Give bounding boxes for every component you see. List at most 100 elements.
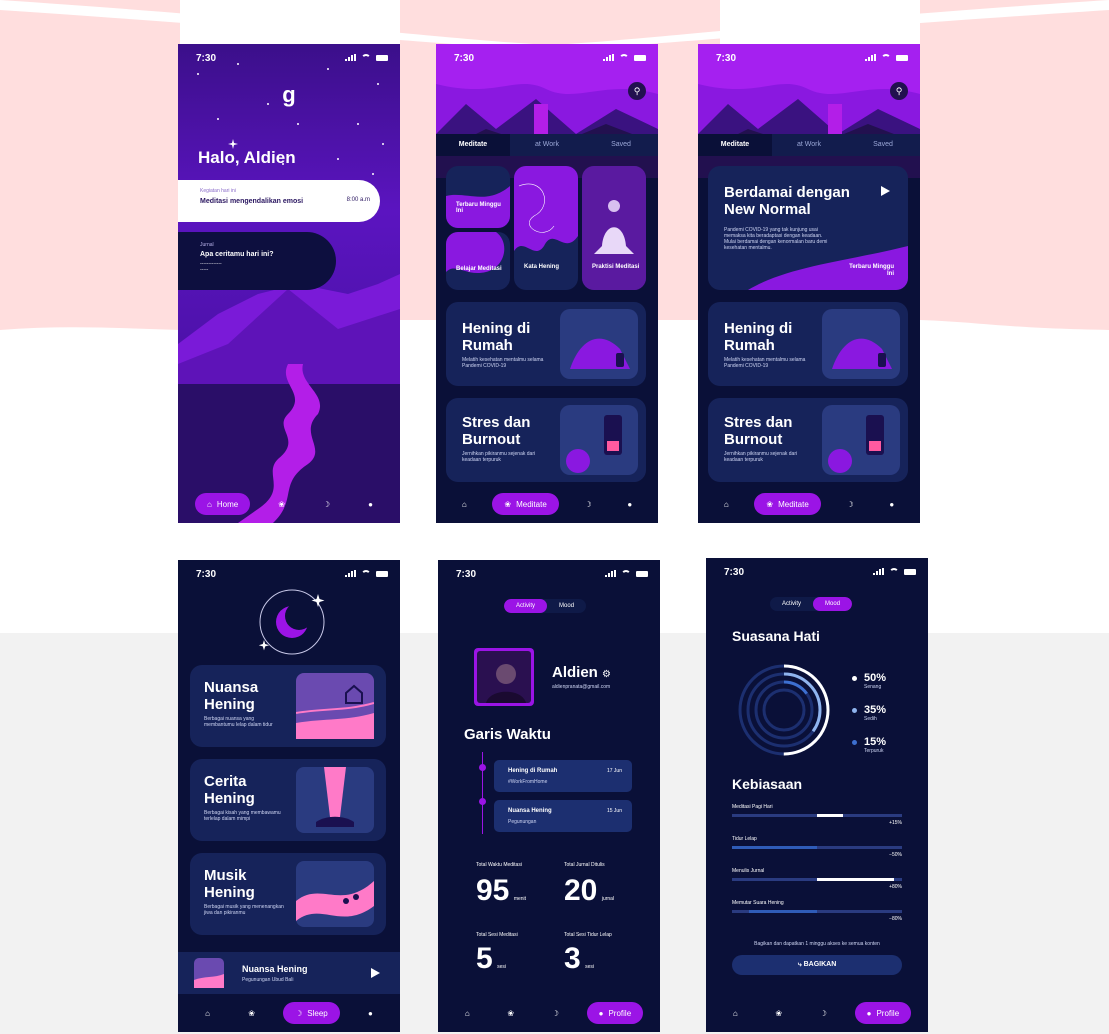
home-icon: ⌂ — [207, 499, 212, 509]
house-illustration — [296, 673, 374, 739]
bottom-nav: ⌂ ❀ Meditate ☽ ● — [436, 485, 658, 523]
now-playing-bar[interactable]: Nuansa Hening Pegunungan Ubud Bali — [178, 952, 400, 994]
tab-saved[interactable]: Saved — [584, 134, 658, 156]
nav-home[interactable]: ⌂ — [714, 493, 739, 515]
habit-row: Meditasi Pagi Hari +15% — [732, 804, 902, 826]
nav-home[interactable]: ⌂ — [723, 1002, 748, 1024]
journal-card[interactable]: Jurnal Apa ceritamu hari ini? ----------… — [178, 232, 336, 290]
share-button[interactable]: ⤷ BAGIKAN — [732, 955, 902, 975]
nav-home[interactable]: ⌂ — [455, 1002, 480, 1024]
card-quiet-at-home[interactable]: Hening di Rumah Melatih kesehatan mental… — [446, 302, 646, 386]
nav-meditate[interactable]: ❀ — [268, 493, 295, 515]
profile-tabs: Activity Mood — [770, 597, 853, 611]
activity-card[interactable]: Kegiatan hari ini Meditasi mengendalikan… — [178, 180, 380, 222]
activity-time: 8:00 a.m — [346, 197, 370, 203]
timeline-title: Garis Waktu — [464, 726, 551, 743]
sleep-card-ambience[interactable]: Nuansa Hening Berbagai nuansa yang memba… — [190, 665, 386, 747]
lotus-icon: ❀ — [504, 499, 512, 509]
nav-profile[interactable]: ● — [358, 1002, 383, 1024]
lotus-icon: ❀ — [278, 499, 285, 509]
tab-mood[interactable]: Mood — [813, 597, 853, 611]
tab-mood[interactable]: Mood — [547, 599, 586, 613]
card-desc: Melatih kesehatan mentalmu selama Pandem… — [462, 357, 544, 369]
status-time: 7:30 — [454, 53, 475, 64]
card-title: Stres dan Burnout — [462, 414, 531, 448]
status-time: 7:30 — [196, 569, 217, 580]
now-playing-subtitle: Pegunungan Ubud Bali — [242, 977, 294, 983]
nav-sleep[interactable]: ☽ — [313, 493, 340, 515]
tile-new-this-week[interactable]: Terbaru Minggu Ini — [446, 166, 510, 228]
card-title: Hening di Rumah — [462, 320, 531, 354]
user-icon: ● — [598, 1008, 604, 1018]
tab-meditate[interactable]: Meditate — [436, 134, 510, 156]
search-button[interactable]: ⚲ — [628, 82, 646, 100]
user-icon: ● — [368, 499, 373, 509]
settings-icon[interactable]: ⚙ — [602, 669, 611, 680]
battery-illustration — [822, 405, 900, 475]
signal-icon — [605, 570, 616, 577]
app-logo: g — [282, 82, 296, 107]
music-illustration — [296, 861, 374, 927]
habit-bar — [817, 814, 843, 817]
nav-sleep[interactable]: ☽ — [836, 493, 863, 515]
lotus-icon: ❀ — [248, 1008, 255, 1018]
sleep-card-stories[interactable]: Cerita Hening Berbagai kisah yang membaw… — [190, 759, 386, 841]
tab-at-work[interactable]: at Work — [510, 134, 584, 156]
wifi-icon — [881, 54, 891, 61]
card-quiet-at-home[interactable]: Hening di Rumah Melatih kesehatan mental… — [708, 302, 908, 386]
habits-list: Meditasi Pagi Hari +15% Tidur Lelap −50% Men… — [732, 804, 902, 934]
share-icon: ⤷ — [797, 961, 802, 968]
signal-icon — [865, 54, 876, 61]
tile-quiet-words[interactable]: Kata Hening — [514, 166, 578, 290]
card-new-normal[interactable]: Berdamai dengan New Normal Pandemi COVID… — [708, 166, 908, 290]
nav-sleep[interactable]: ☽ — [542, 1002, 569, 1024]
nav-home[interactable]: ⌂ — [452, 493, 477, 515]
timeline-item[interactable]: Nuansa Hening Pegunungan 15 Jun — [494, 800, 632, 832]
tile-meditation-practitioner[interactable]: Praktisi Meditasi — [582, 166, 646, 290]
nav-sleep[interactable]: ☽ — [574, 493, 601, 515]
nav-meditate[interactable]: ❀ — [238, 1002, 265, 1024]
user-icon: ● — [889, 499, 895, 509]
tab-saved[interactable]: Saved — [846, 134, 920, 156]
search-button[interactable]: ⚲ — [890, 82, 908, 100]
tab-activity[interactable]: Activity — [770, 597, 813, 611]
timeline-item[interactable]: Hening di Rumah #WorkFromHome 17 Jun — [494, 760, 632, 792]
nav-profile[interactable]: ● Profile — [586, 1002, 644, 1024]
search-icon: ⚲ — [895, 86, 903, 96]
card-title: Cerita Hening — [204, 773, 255, 807]
sleep-card-music[interactable]: Musik Hening Berbagai musik yang menenan… — [190, 853, 386, 935]
moon-icon: ☽ — [295, 1008, 303, 1018]
card-stress-burnout[interactable]: Stres dan Burnout Jernihkan pikiranmu se… — [708, 398, 908, 482]
lotus-icon: ❀ — [507, 1008, 515, 1018]
nav-profile[interactable]: ● Profile — [854, 1002, 912, 1024]
nav-meditate[interactable]: ❀ — [765, 1002, 792, 1024]
nav-meditate[interactable]: ❀ Meditate — [492, 493, 559, 515]
legend-dot — [852, 708, 857, 713]
nav-sleep[interactable]: ☽ — [810, 1002, 837, 1024]
tile-learn-meditation[interactable]: Belajar Meditasi — [446, 232, 510, 290]
tab-at-work[interactable]: at Work — [772, 134, 846, 156]
nav-meditate[interactable]: ❀ — [497, 1002, 524, 1024]
nav-profile[interactable]: ● — [617, 493, 642, 515]
nav-home[interactable]: ⌂ — [195, 1002, 220, 1024]
nav-profile[interactable]: ● — [879, 493, 904, 515]
tab-meditate[interactable]: Meditate — [698, 134, 772, 156]
book-illustration — [296, 767, 374, 833]
play-icon[interactable] — [881, 186, 890, 196]
battery-icon — [376, 54, 388, 61]
card-stress-burnout[interactable]: Stres dan Burnout Jernihkan pikiranmu se… — [446, 398, 646, 482]
battery-icon — [636, 570, 648, 577]
nav-profile[interactable]: ● — [358, 493, 383, 515]
nav-home[interactable]: ⌂ Home — [195, 493, 251, 515]
nav-sleep[interactable]: ☽ Sleep — [283, 1002, 340, 1024]
wifi-icon — [889, 568, 899, 575]
status-bar: 7:30 — [706, 558, 928, 584]
lotus-icon: ❀ — [775, 1008, 783, 1018]
bottom-nav: ⌂ Home ❀ ☽ ● — [178, 485, 400, 523]
card-title: Nuansa Hening — [204, 679, 259, 713]
tab-activity[interactable]: Activity — [504, 599, 548, 613]
play-icon[interactable] — [371, 968, 380, 978]
stat-meditation-time: Total Waktu Meditasi 95 menit — [476, 862, 527, 907]
nav-meditate[interactable]: ❀ Meditate — [754, 493, 821, 515]
habit-row: Menulis Jurnal +80% — [732, 868, 902, 890]
